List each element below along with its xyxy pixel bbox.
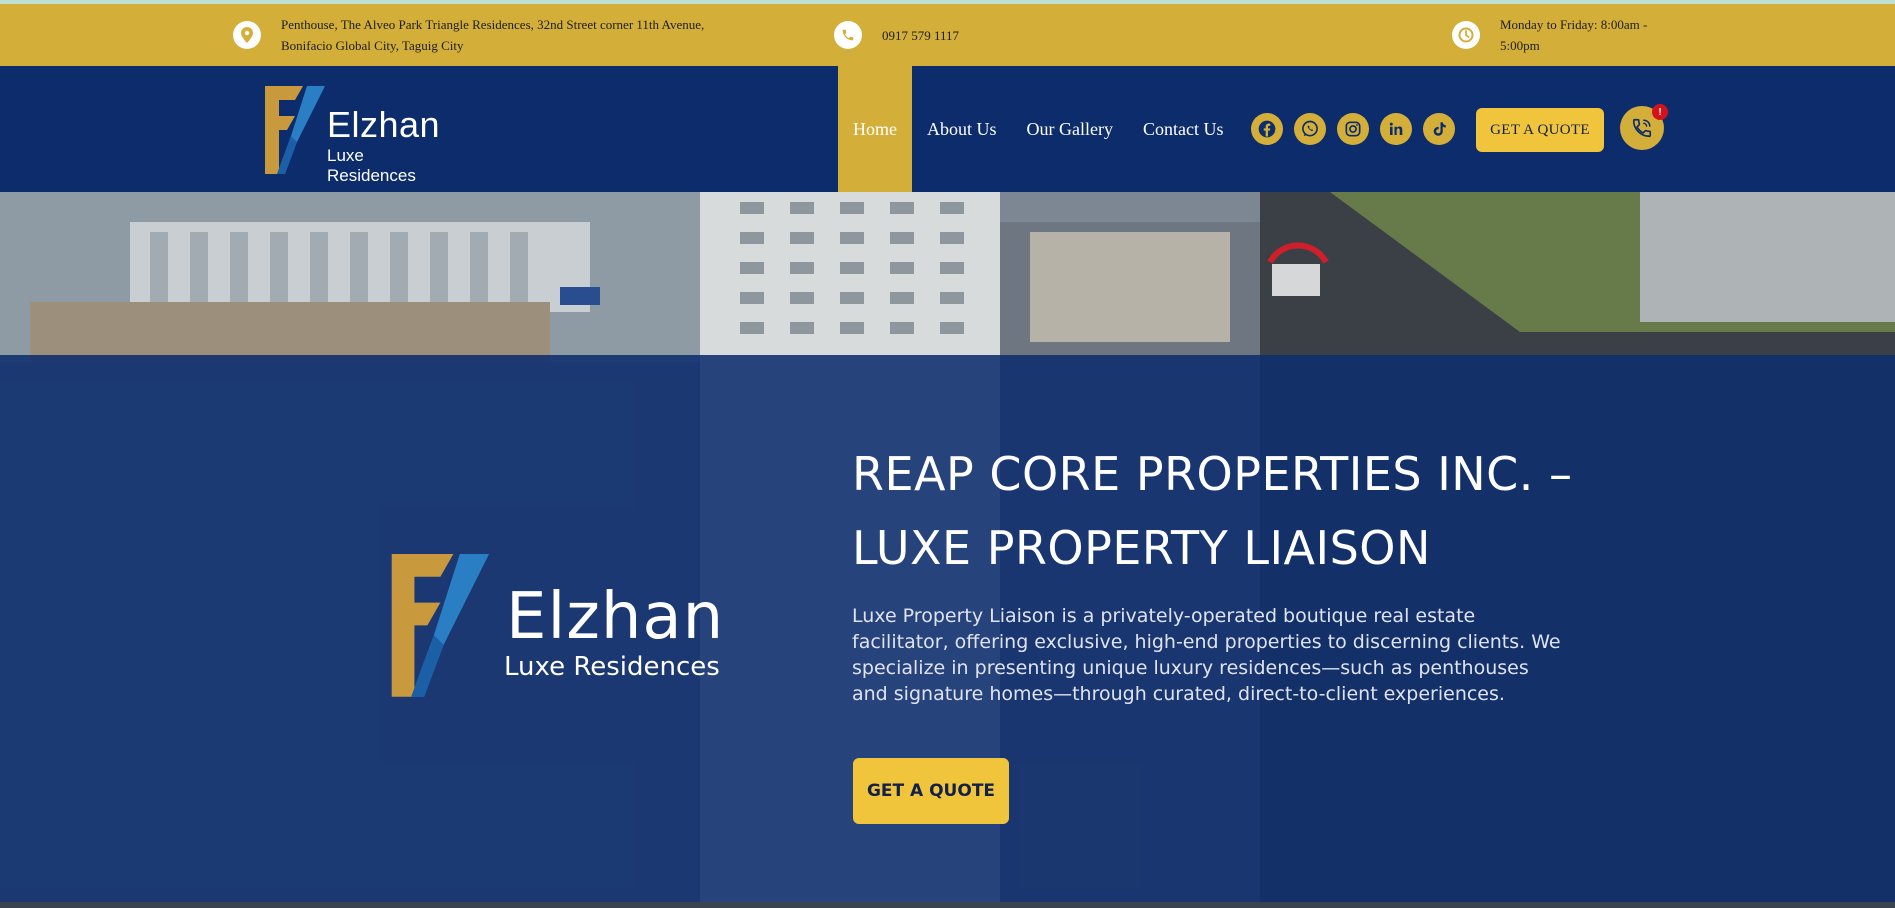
call-button[interactable]: !: [1620, 104, 1668, 150]
hours-line-2: 5:00pm: [1500, 38, 1540, 53]
main-navbar: Elzhan Luxe Residences Home About Us Our…: [0, 66, 1895, 192]
hero-desc-line-3: specialize in presenting unique luxury r…: [852, 657, 1529, 679]
nav-get-a-quote-button[interactable]: GET A QUOTE: [1476, 108, 1604, 152]
address-line-1: Penthouse, The Alveo Park Triangle Resid…: [281, 17, 705, 32]
hero-desc-line-4: and signature homes—through curated, dir…: [852, 683, 1505, 705]
hours-text: Monday to Friday: 8:00am - 5:00pm: [1500, 14, 1647, 56]
tiktok-icon[interactable]: [1423, 113, 1455, 145]
nav-contact-us[interactable]: Contact Us: [1128, 66, 1239, 192]
facebook-icon[interactable]: [1251, 113, 1283, 145]
map-pin-icon: [233, 21, 261, 49]
logo-mark-icon: [265, 86, 325, 174]
nav-about-us[interactable]: About Us: [912, 66, 1012, 192]
hero-desc-line-1: Luxe Property Liaison is a privately-ope…: [852, 605, 1476, 627]
logo-wordmark: Elzhan: [327, 104, 441, 145]
notification-badge: !: [1652, 104, 1668, 120]
phone-call-icon: [1632, 118, 1652, 138]
hero-logo: Elzhan Luxe Residences: [380, 554, 723, 700]
whatsapp-icon[interactable]: [1294, 113, 1326, 145]
hero-desc-line-2: facilitator, offering exclusive, high-en…: [852, 631, 1561, 653]
info-bar: Penthouse, The Alveo Park Triangle Resid…: [0, 4, 1895, 66]
hero-logo-tagline: Luxe Residences: [504, 652, 720, 682]
phone-icon: [834, 21, 862, 49]
phone-text[interactable]: 0917 579 1117: [882, 25, 959, 46]
next-section-peek: [0, 902, 1895, 908]
hero-title-line-1: REAP CORE PROPERTIES INC. –: [852, 447, 1573, 501]
main-menu: Home About Us Our Gallery Contact Us: [838, 66, 1238, 192]
social-links: [1251, 113, 1455, 145]
hours-info: Monday to Friday: 8:00am - 5:00pm: [1452, 4, 1647, 66]
nav-home[interactable]: Home: [838, 66, 912, 192]
address-text: Penthouse, The Alveo Park Triangle Resid…: [281, 14, 704, 56]
hero-description: Luxe Property Liaison is a privately-ope…: [852, 603, 1602, 707]
hero-get-a-quote-button[interactable]: GET A QUOTE: [853, 758, 1009, 824]
hero-logo-mark-icon: [391, 554, 490, 697]
hero-title: REAP CORE PROPERTIES INC. – LUXE PROPERT…: [852, 437, 1652, 585]
hero-title-line-2: LUXE PROPERTY LIAISON: [852, 521, 1431, 575]
phone-info[interactable]: 0917 579 1117: [834, 4, 959, 66]
address-info: Penthouse, The Alveo Park Triangle Resid…: [233, 4, 704, 66]
hours-line-1: Monday to Friday: 8:00am -: [1500, 17, 1648, 32]
linkedin-icon[interactable]: [1380, 113, 1412, 145]
hero-logo-wordmark: Elzhan: [506, 580, 725, 654]
clock-icon: [1452, 21, 1480, 49]
instagram-icon[interactable]: [1337, 113, 1369, 145]
site-logo[interactable]: Elzhan Luxe Residences: [265, 86, 440, 185]
address-line-2: Bonifacio Global City, Taguig City: [281, 38, 464, 53]
logo-tagline: Luxe Residences: [327, 146, 416, 185]
nav-our-gallery[interactable]: Our Gallery: [1012, 66, 1128, 192]
